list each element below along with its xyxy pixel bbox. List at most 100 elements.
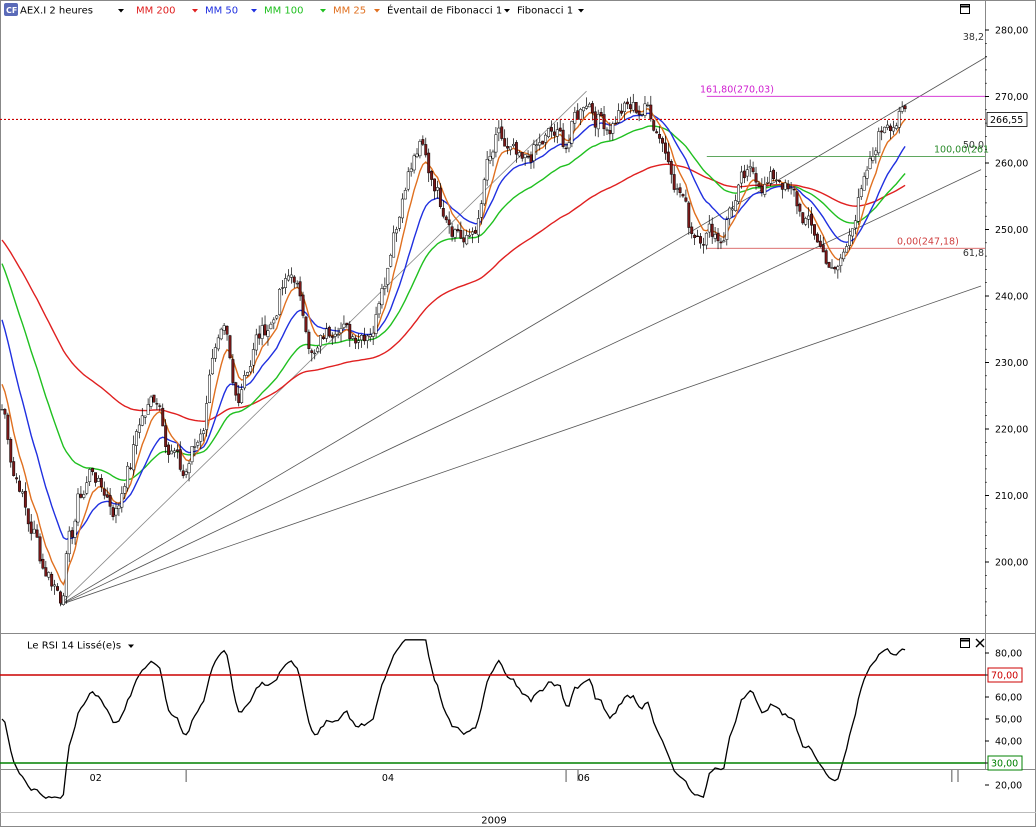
fan-label-1: 38,2 — [963, 32, 984, 43]
candle — [120, 493, 124, 508]
candle — [64, 553, 68, 597]
rsi-tick-label: 50,00 — [995, 715, 1022, 726]
candle — [719, 241, 723, 244]
candle — [567, 142, 571, 149]
candle — [617, 110, 621, 123]
candle — [298, 281, 302, 297]
candle — [21, 491, 24, 494]
candle — [807, 215, 811, 220]
candle — [634, 102, 638, 113]
candle — [547, 128, 550, 137]
candle — [889, 125, 892, 131]
candle — [772, 169, 776, 180]
candle — [620, 110, 624, 114]
candle — [380, 288, 384, 306]
candle — [99, 477, 103, 488]
toolbar-item-4[interactable]: Éventail de Fibonacci 1 — [387, 4, 502, 17]
candle — [877, 131, 881, 154]
candle — [193, 446, 197, 448]
candle — [795, 191, 799, 207]
candle — [541, 140, 545, 145]
candle — [462, 237, 466, 243]
candle — [44, 567, 48, 577]
maximize-rsi-pane-button[interactable] — [960, 638, 970, 648]
fan-label-3: 61,8 — [963, 248, 984, 259]
price-tick-label: 240,00 — [995, 292, 1028, 303]
candle — [704, 232, 708, 246]
candle — [874, 150, 878, 156]
maximize-price-pane-button[interactable] — [960, 4, 970, 14]
toolbar-item-5[interactable]: Fibonacci 1 — [517, 6, 573, 17]
price-tick-label: 210,00 — [995, 491, 1028, 502]
candle — [216, 337, 220, 350]
candle — [611, 123, 615, 134]
candle — [190, 446, 194, 463]
candle — [871, 156, 875, 161]
candle — [658, 133, 662, 139]
candle — [237, 393, 241, 403]
candle — [552, 131, 556, 136]
candle — [91, 468, 95, 472]
fib-level-label-1: 100,00(261 — [934, 144, 989, 155]
candle — [88, 469, 92, 483]
candle — [830, 267, 834, 269]
price-tick-label: 200,00 — [995, 558, 1028, 569]
candle — [38, 536, 42, 562]
candle — [476, 218, 480, 236]
candle — [53, 584, 57, 587]
candle — [295, 282, 299, 285]
toolbar-item-2[interactable]: MM 100 — [264, 6, 304, 17]
candle — [564, 147, 568, 150]
candle — [175, 449, 179, 452]
candle — [368, 334, 372, 337]
candle — [383, 285, 387, 289]
candle — [523, 154, 527, 158]
toolbar-item-3[interactable]: MM 25 — [333, 6, 366, 17]
candle — [663, 142, 667, 154]
candle — [272, 319, 276, 324]
price-tick-label: 220,00 — [995, 425, 1028, 436]
candle — [643, 103, 647, 116]
candle — [745, 169, 749, 177]
rsi-tick-label: 60,00 — [995, 693, 1022, 704]
candle — [737, 184, 740, 202]
candle — [164, 425, 168, 447]
candle — [181, 470, 185, 476]
candle — [9, 439, 13, 463]
candle — [780, 183, 784, 190]
candle — [172, 450, 176, 453]
candle — [360, 335, 363, 341]
chart-canvas: 38,250,061,8 161,80(270,03)100,00(2610,0… — [0, 0, 1036, 827]
candle — [520, 152, 524, 159]
month-label: 02 — [90, 773, 102, 784]
candle — [389, 254, 393, 267]
toolbar-item-0[interactable]: MM 200 — [136, 6, 176, 17]
candle — [123, 486, 127, 494]
candle — [798, 203, 802, 212]
candle — [544, 134, 548, 143]
candle — [126, 465, 130, 489]
rsi-title[interactable]: Le RSI 14 Lissé(e)s — [27, 640, 121, 652]
candle — [766, 182, 770, 184]
candle — [479, 203, 483, 218]
candle — [587, 103, 591, 108]
candle — [362, 334, 366, 342]
candle — [494, 134, 498, 153]
candle — [669, 161, 673, 175]
candle — [602, 114, 606, 130]
toolbar-item-1[interactable]: MM 50 — [205, 6, 238, 17]
candle — [690, 226, 694, 234]
candle — [313, 352, 317, 355]
candle — [725, 219, 729, 240]
candle — [243, 375, 247, 389]
candle — [409, 168, 413, 172]
candle — [474, 230, 477, 234]
candle — [894, 125, 898, 129]
candle — [430, 171, 434, 180]
candle — [254, 334, 258, 351]
candle — [637, 110, 641, 115]
instrument-label[interactable]: AEX.I 2 heures — [20, 6, 93, 17]
candle — [143, 415, 147, 418]
candle — [646, 104, 650, 107]
candle — [398, 216, 401, 229]
